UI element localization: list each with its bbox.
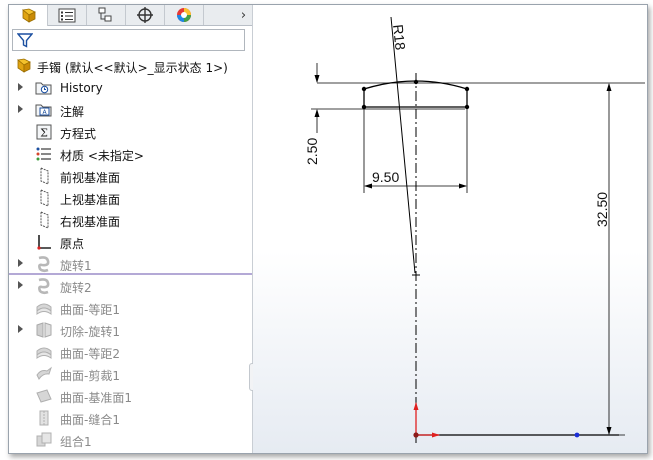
tree-item-label: 曲面-等距1 (60, 303, 120, 317)
tree-item-label: 曲面-剪裁1 (60, 369, 120, 383)
sketch-point[interactable] (361, 86, 367, 92)
origin-icon (37, 235, 51, 250)
dim-radius[interactable]: R18 (390, 24, 409, 51)
tab-configuration-manager[interactable] (87, 5, 126, 25)
sketch-point[interactable] (574, 432, 580, 438)
configuration-icon (98, 7, 112, 22)
tab-dimxpert-manager[interactable] (126, 5, 165, 25)
annotation-icon: A (35, 104, 52, 117)
svg-text:Σ: Σ (40, 127, 48, 140)
combine-icon (36, 432, 52, 447)
revolve-icon (38, 256, 50, 273)
tab-feature-manager[interactable] (9, 5, 48, 26)
tree-item-label: History (60, 81, 103, 95)
expand-arrow-icon[interactable] (18, 105, 23, 113)
tree-item-combine1[interactable]: 组合1 (9, 429, 252, 451)
tree-item-revolve1[interactable]: 旋转1 (9, 253, 252, 275)
manager-tabs: › (9, 5, 252, 26)
sketch-point[interactable] (464, 86, 470, 92)
tree-item-annotations[interactable]: A 注解 (9, 99, 252, 121)
feature-tree-icon (22, 8, 36, 23)
plane-icon (40, 211, 49, 229)
expand-arrow-icon[interactable] (18, 325, 23, 333)
tree-item-label: 右视基准面 (60, 215, 121, 229)
tree-item-material[interactable]: 材质 <未指定> (9, 143, 252, 165)
tree-filter-input[interactable] (12, 29, 245, 51)
surface-plane-icon (36, 389, 52, 403)
cut-revolve-icon (36, 322, 52, 338)
graphics-area[interactable]: R18 2.50 9.50 32.50 (253, 5, 647, 453)
history-icon (35, 82, 52, 95)
sketch-canvas[interactable]: R18 2.50 9.50 32.50 (253, 5, 647, 453)
tree-item-label: 曲面-缝合1 (60, 413, 120, 427)
sketch-point[interactable] (464, 104, 470, 110)
revolve-icon (38, 278, 50, 295)
tree-item-label: 方程式 (60, 127, 97, 141)
tree-item-label: 原点 (60, 237, 85, 251)
surface-knit-icon (39, 410, 49, 426)
tree-item-label: 手镯 (默认<<默认>_显示状态 1>) (37, 61, 228, 75)
more-tabs-button[interactable]: › (235, 5, 252, 25)
color-ball-icon (177, 8, 191, 22)
tree-item-label: 材质 <未指定> (60, 149, 144, 163)
tree-item-cut-revolve1[interactable]: 切除-旋转1 (9, 319, 252, 341)
expand-arrow-icon[interactable] (18, 281, 23, 289)
tree-item-history[interactable]: History (9, 77, 252, 99)
tree-item-label: 前视基准面 (60, 171, 121, 185)
tree-item-label: 上视基准面 (60, 193, 121, 207)
tree-item-label: 注解 (60, 105, 85, 119)
part-icon (17, 58, 31, 73)
origin-point-icon[interactable] (413, 432, 419, 438)
dim-height-small[interactable]: 2.50 (304, 138, 320, 165)
expand-arrow-icon[interactable] (18, 259, 23, 267)
tree-item-top-plane[interactable]: 上视基准面 (9, 187, 252, 209)
tree-item-label: 旋转1 (60, 259, 92, 273)
surface-offset-icon (36, 347, 52, 359)
tree-item-part-root[interactable]: 手镯 (默认<<默认>_显示状态 1>) (9, 55, 252, 77)
tree-item-surface-offset1[interactable]: 曲面-等距1 (9, 297, 252, 319)
equation-icon: Σ (36, 124, 52, 140)
filter-icon (17, 33, 33, 48)
surface-trim-icon (36, 366, 52, 380)
tree-item-surface-offset2[interactable]: 曲面-等距2 (9, 341, 252, 363)
material-icon (36, 147, 51, 161)
tree-item-surface-trim1[interactable]: 曲面-剪裁1 (9, 363, 252, 385)
tree-item-label: 曲面-等距2 (60, 347, 120, 361)
plane-icon (40, 189, 49, 207)
rollback-bar[interactable] (9, 273, 252, 275)
tree-item-front-plane[interactable]: 前视基准面 (9, 165, 252, 187)
tree-item-surface-knit1[interactable]: 曲面-缝合1 (9, 407, 252, 429)
tree-item-label: 曲面-基准面1 (60, 391, 132, 405)
tree-item-origin[interactable]: 原点 (9, 231, 252, 253)
sketch-point[interactable] (413, 79, 419, 85)
tab-display-manager[interactable] (165, 5, 204, 25)
crosshair-icon (137, 7, 153, 23)
tree-item-surface-plane1[interactable]: 曲面-基准面1 (9, 385, 252, 407)
dim-height-total[interactable]: 32.50 (594, 192, 610, 227)
tree-item-revolve2[interactable]: 旋转2 (9, 275, 252, 297)
tree-item-label: 切除-旋转1 (60, 325, 120, 339)
plane-icon (40, 167, 49, 185)
tab-property-manager[interactable] (48, 5, 87, 25)
dim-width[interactable]: 9.50 (372, 169, 399, 185)
tree-item-label: 旋转2 (60, 281, 92, 295)
tree-item-equations[interactable]: Σ 方程式 (9, 121, 252, 143)
radius-leader[interactable] (390, 16, 416, 274)
expand-arrow-icon[interactable] (18, 83, 23, 91)
tree-item-label: 组合1 (60, 435, 92, 449)
property-list-icon (58, 8, 76, 22)
surface-offset-icon (36, 303, 52, 315)
tree-item-right-plane[interactable]: 右视基准面 (9, 209, 252, 231)
sketch-point[interactable] (361, 104, 367, 110)
solidworks-window: › 手镯 (默认<<默认>_显示状态 1>) History A 注解 Σ 方程… (8, 4, 648, 454)
